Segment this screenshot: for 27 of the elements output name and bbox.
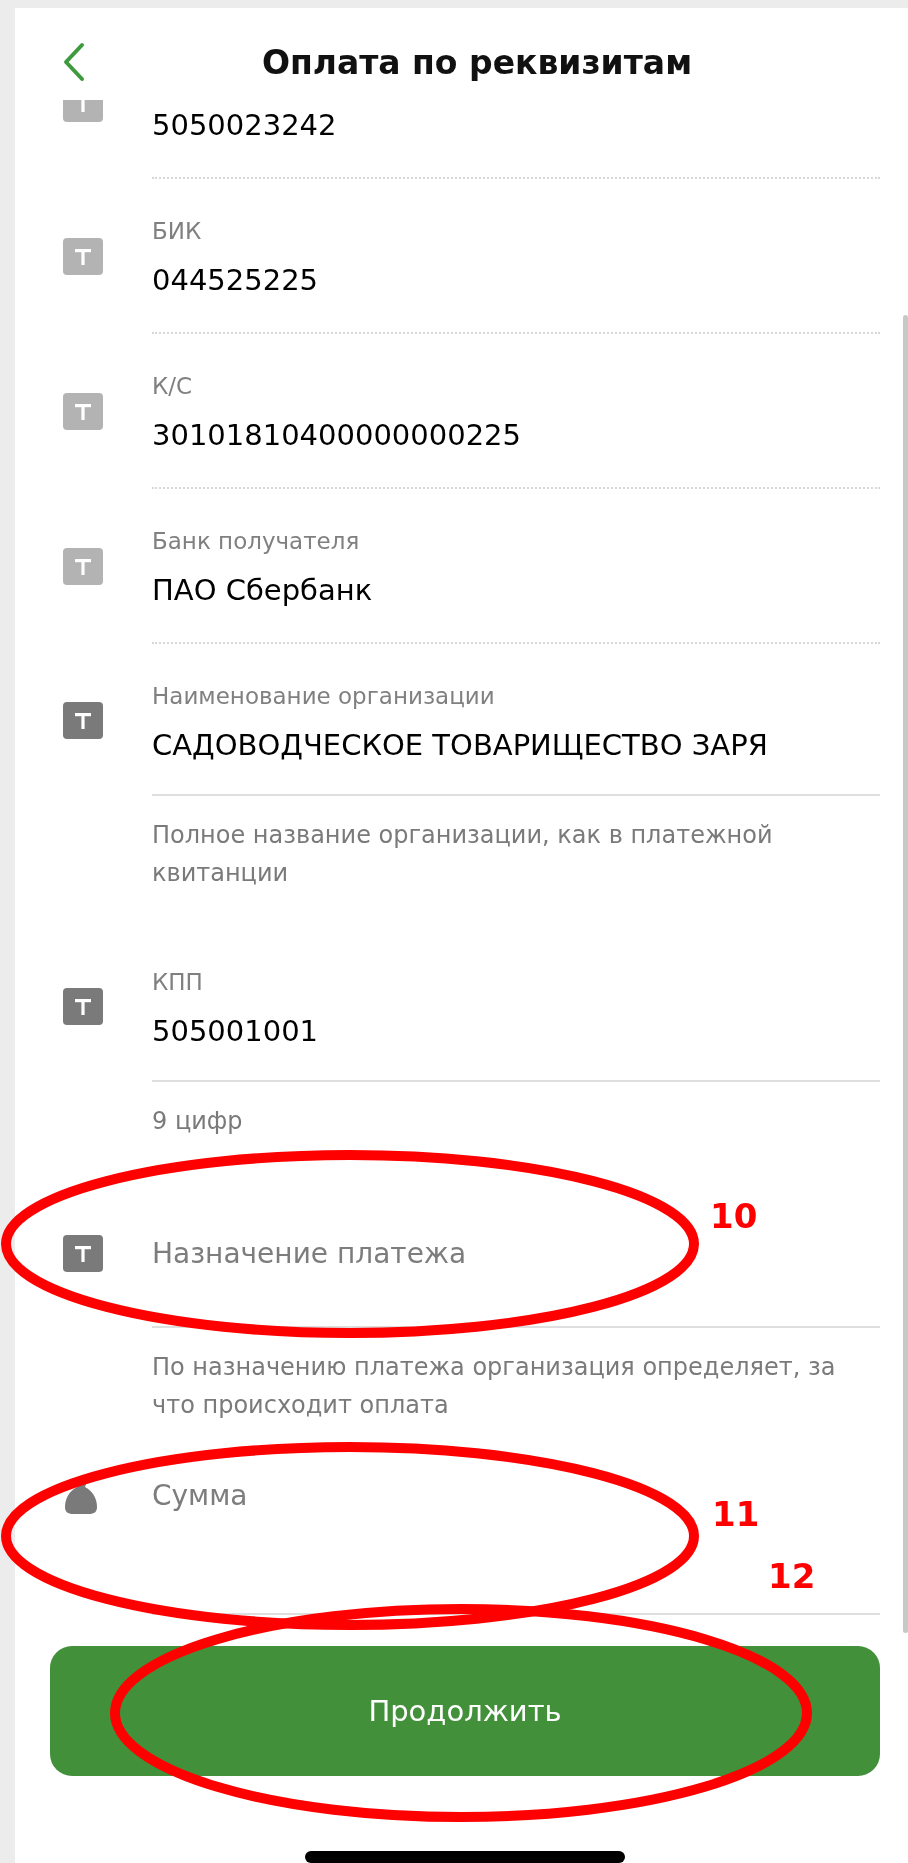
field-hint: Полное название организации, как в платежной квитанции — [152, 820, 774, 890]
text-type-icon — [63, 1234, 103, 1272]
field-value: ПАО Сбербанк — [152, 572, 374, 610]
text-type-icon — [63, 393, 103, 431]
text-type-icon — [63, 548, 103, 586]
screen-title: Оплата по реквизитам — [260, 42, 694, 82]
back-icon[interactable] — [62, 42, 86, 83]
field-label: К/С — [152, 372, 194, 402]
input-value[interactable]: 505001001 — [152, 1010, 880, 1053]
continue-button[interactable]: Продолжить — [50, 1646, 880, 1777]
text-type-icon — [63, 987, 103, 1025]
field-value: 5050023242 — [152, 107, 338, 145]
annotation-number: 11 — [712, 1494, 760, 1535]
input-field[interactable]: Назначение платежа — [152, 1234, 880, 1275]
field-hint: 9 цифр — [152, 1106, 244, 1138]
field-value: 044525225 — [152, 262, 320, 300]
field-hint: По назначению платежа организация определяет, за что происходит оплата — [152, 1352, 837, 1422]
field-value: 30101810400000000225 — [152, 417, 522, 455]
text-type-icon — [63, 238, 103, 276]
input-value[interactable]: САДОВОДЧЕСКОЕ ТОВАРИЩЕСТВО ЗАРЯ — [152, 724, 880, 767]
field-label: БИК — [152, 217, 203, 247]
annotation-number: 12 — [768, 1556, 816, 1597]
text-type-icon — [63, 701, 103, 739]
annotation-number: 10 — [710, 1196, 758, 1237]
field-label: КПП — [152, 968, 204, 998]
field-label: Наименование организации — [152, 682, 496, 712]
field-label: Банк получателя — [152, 527, 361, 557]
